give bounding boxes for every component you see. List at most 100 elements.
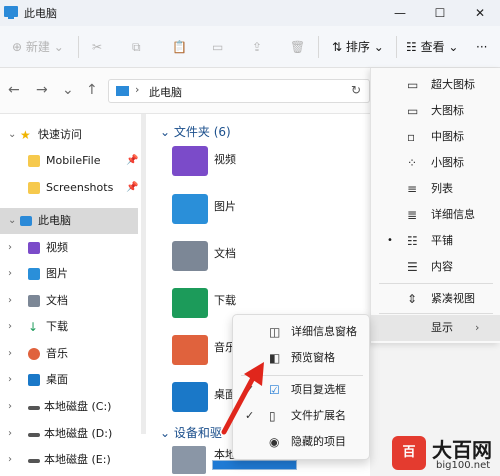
sidebar-item-pictures[interactable]: › 图片 bbox=[0, 261, 138, 287]
sidebar-item-label: 下载 bbox=[46, 320, 68, 333]
menu-item-show[interactable]: 显示 › bbox=[371, 315, 500, 341]
new-label: 新建 bbox=[25, 40, 50, 54]
menu-item-label: 预览窗格 bbox=[291, 351, 335, 364]
monitor-icon: ▫ bbox=[407, 130, 416, 144]
watermark-url: big100.net bbox=[436, 460, 491, 471]
menu-item-label: 平铺 bbox=[431, 234, 453, 247]
menu-item-label: 大图标 bbox=[431, 104, 464, 117]
chevron-right-icon: › bbox=[8, 242, 12, 253]
menu-item-label: 隐藏的项目 bbox=[291, 435, 346, 448]
scrollbar[interactable] bbox=[141, 114, 146, 434]
sidebar-item-drive-e[interactable]: › 本地磁盘 (E:) bbox=[0, 447, 138, 473]
chevron-down-icon: ⌄ bbox=[160, 426, 174, 440]
up-arrow-icon[interactable]: ↑ bbox=[86, 82, 98, 98]
menu-item-compact-view[interactable]: ⇕ 紧凑视图 bbox=[371, 286, 500, 312]
monitor-icon: ▭ bbox=[407, 78, 419, 92]
sidebar-item-downloads[interactable]: › ↓ 下载 bbox=[0, 314, 138, 340]
address-bar[interactable]: › 此电脑 ↻ bbox=[108, 79, 370, 103]
back-arrow-icon[interactable]: ← bbox=[8, 82, 20, 98]
sidebar-item-videos[interactable]: › 视频 bbox=[0, 235, 138, 261]
devices-group-header[interactable]: ⌄ 设备和驱 bbox=[160, 424, 222, 441]
menu-item-label: 文件扩展名 bbox=[291, 409, 346, 422]
chevron-right-icon: › bbox=[8, 268, 12, 279]
menu-item-tiles[interactable]: • ☷ 平铺 bbox=[371, 228, 500, 254]
divider bbox=[379, 313, 493, 314]
menu-item-details[interactable]: ≣ 详细信息 bbox=[371, 202, 500, 228]
share-icon[interactable]: ⇪ bbox=[252, 38, 262, 56]
folder-label[interactable]: 图片 bbox=[214, 198, 236, 214]
sidebar-item-quick-access[interactable]: ⌄ ★ 快速访问 bbox=[0, 122, 138, 148]
menu-item-list[interactable]: ≡ 列表 bbox=[371, 176, 500, 202]
menu-item-label: 详细信息窗格 bbox=[291, 325, 357, 338]
desktop-folder-icon[interactable] bbox=[172, 382, 208, 412]
sidebar-item-screenshots[interactable]: Screenshots 📌 bbox=[0, 175, 138, 201]
divider bbox=[396, 36, 397, 58]
star-icon: ★ bbox=[20, 128, 31, 142]
breadcrumb[interactable]: 此电脑 bbox=[149, 84, 182, 100]
sidebar-item-documents[interactable]: › 文档 bbox=[0, 288, 138, 314]
desktop-icon bbox=[28, 374, 40, 386]
document-folder-icon[interactable] bbox=[172, 241, 208, 271]
monitor-icon: ▭ bbox=[407, 104, 419, 118]
download-folder-icon[interactable] bbox=[172, 288, 208, 318]
breadcrumb-chevron-icon: › bbox=[135, 83, 140, 96]
menu-item-label: 显示 bbox=[431, 321, 453, 334]
music-folder-icon[interactable] bbox=[172, 335, 208, 365]
menu-item-details-pane[interactable]: ◫ 详细信息窗格 bbox=[233, 319, 371, 345]
watermark: 百 大百网 big100.net bbox=[392, 432, 500, 476]
folder-label[interactable]: 视频 bbox=[214, 151, 236, 167]
sort-button[interactable]: ⇅ 排序 ⌄ bbox=[332, 38, 384, 56]
refresh-icon[interactable]: ↻ bbox=[351, 83, 361, 97]
sidebar-item-drive-c[interactable]: › 本地磁盘 (C:) bbox=[0, 394, 138, 420]
folders-group-header[interactable]: ⌄ 文件夹 (6) bbox=[160, 123, 231, 140]
sidebar-item-mobilefile[interactable]: MobileFile 📌 bbox=[0, 148, 138, 174]
chevron-right-icon: › bbox=[475, 321, 480, 334]
drive-icon bbox=[28, 406, 40, 410]
sidebar-item-this-pc[interactable]: ⌄ 此电脑 bbox=[0, 208, 138, 234]
view-button[interactable]: ☷ 查看 ⌄ bbox=[406, 38, 458, 56]
menu-item-medium-icons[interactable]: ▫ 中图标 bbox=[371, 124, 500, 150]
annotation-arrow-icon bbox=[221, 362, 264, 435]
recent-chevron-icon[interactable]: ⌄ bbox=[62, 82, 74, 98]
copy-icon[interactable]: ⧉ bbox=[132, 38, 141, 56]
folder-label[interactable]: 文档 bbox=[214, 245, 236, 261]
cut-icon[interactable]: ✂ bbox=[92, 38, 102, 56]
sidebar-item-label: 本地磁盘 (C:) bbox=[44, 400, 112, 413]
sidebar-item-desktop[interactable]: › 桌面 bbox=[0, 367, 138, 393]
more-button[interactable]: ··· bbox=[476, 38, 487, 56]
sidebar-item-drive-d[interactable]: › 本地磁盘 (D:) bbox=[0, 421, 138, 447]
list-icon: ≡ bbox=[407, 182, 418, 196]
new-button[interactable]: ⊕ 新建 ⌄ bbox=[12, 38, 64, 56]
maximize-button[interactable]: ☐ bbox=[420, 0, 460, 26]
folder-label[interactable]: 下载 bbox=[214, 292, 236, 308]
picture-folder-icon[interactable] bbox=[172, 194, 208, 224]
forward-arrow-icon[interactable]: → bbox=[36, 82, 48, 98]
sidebar-item-label: MobileFile bbox=[46, 154, 101, 167]
chevron-down-icon: ⌄ bbox=[8, 215, 17, 226]
rename-icon[interactable]: ▭ bbox=[212, 38, 223, 56]
plus-icon: ⊕ bbox=[12, 40, 26, 54]
chevron-right-icon: › bbox=[8, 401, 12, 412]
menu-item-content[interactable]: ☰ 内容 bbox=[371, 254, 500, 280]
drive-usage-bar bbox=[212, 460, 297, 470]
sidebar-item-label: Screenshots bbox=[46, 181, 114, 194]
menu-item-extra-large-icons[interactable]: ▭ 超大图标 bbox=[371, 72, 500, 98]
sidebar-item-music[interactable]: › 音乐 bbox=[0, 341, 138, 367]
video-folder-icon[interactable] bbox=[172, 146, 208, 176]
paste-icon[interactable]: 📋 bbox=[172, 38, 187, 56]
menu-item-label: 超大图标 bbox=[431, 78, 475, 91]
this-pc-icon bbox=[4, 6, 18, 19]
picture-icon bbox=[28, 268, 40, 280]
watermark-logo: 百 bbox=[392, 436, 426, 470]
video-icon bbox=[28, 242, 40, 254]
minimize-button[interactable]: — bbox=[380, 0, 420, 26]
drive-icon[interactable] bbox=[172, 446, 206, 474]
close-button[interactable]: ✕ bbox=[460, 0, 500, 26]
pin-icon: 📌 bbox=[126, 182, 139, 193]
chevron-down-icon: ⌄ bbox=[160, 125, 174, 139]
delete-icon[interactable]: 🗑 bbox=[290, 38, 305, 56]
divider bbox=[318, 36, 319, 58]
this-pc-icon bbox=[116, 86, 129, 96]
menu-item-small-icons[interactable]: ⁘ 小图标 bbox=[371, 150, 500, 176]
menu-item-large-icons[interactable]: ▭ 大图标 bbox=[371, 98, 500, 124]
